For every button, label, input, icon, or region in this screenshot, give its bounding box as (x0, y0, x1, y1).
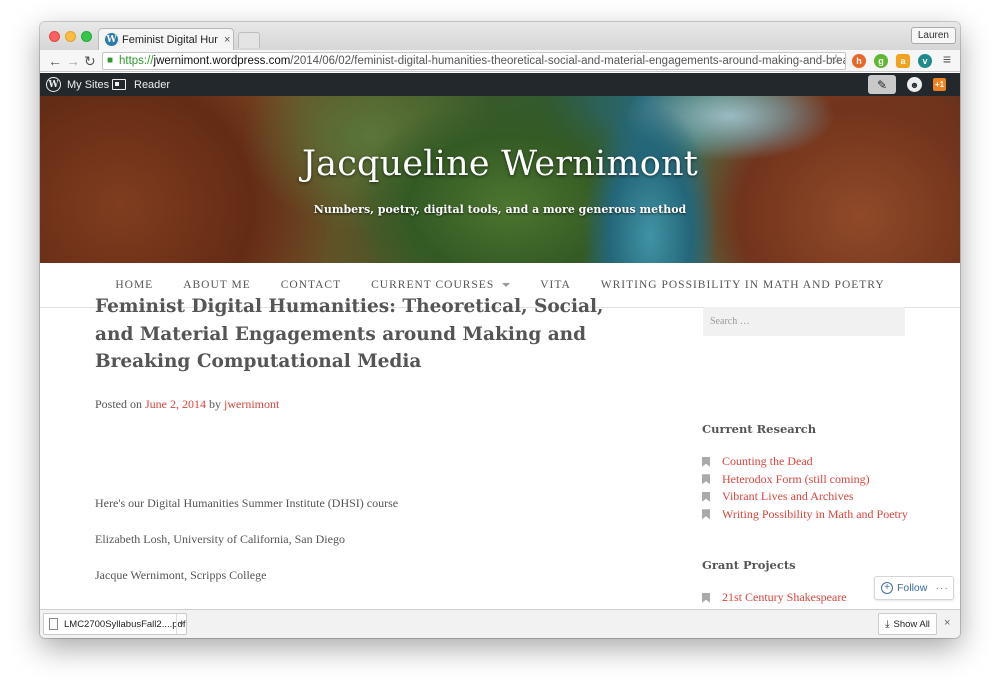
bookmark-icon (702, 474, 710, 485)
posted-on-label: Posted on (95, 397, 143, 411)
title-bar: W Feminist Digital Humanities × Lauren (40, 22, 960, 50)
download-shelf: LMC2700SyllabusFall2....pdf ▾ ⤓ Show All… (40, 609, 960, 638)
tab-title: Feminist Digital Humanities (122, 33, 218, 46)
list-item[interactable]: Vibrant Lives and Archives (702, 488, 908, 506)
url-host: jwernimont.wordpress.com (153, 55, 291, 67)
site-header-image: Jacqueline Wernimont Numbers, poetry, di… (40, 96, 960, 263)
post-paragraph: Elizabeth Losh, University of California… (95, 532, 345, 546)
post-title: Feminist Digital Humanities: Theoretical… (95, 296, 604, 372)
wordpress-admin-bar: W My Sites Reader ✎ ☻ +1 (40, 73, 960, 96)
chevron-down-icon[interactable]: ▾ (176, 614, 186, 634)
list-item[interactable]: 21st Century Shakespeare (702, 589, 847, 607)
current-research-list: Counting the Dead Heterodox Form (still … (702, 453, 908, 523)
url-path: /2014/06/02/feminist-digital-humanities-… (290, 55, 846, 67)
reload-icon[interactable]: ↻ (84, 52, 96, 70)
plus-icon: + (881, 582, 893, 594)
profile-button[interactable]: Lauren (910, 27, 956, 44)
nav-item-contact[interactable]: CONTACT (281, 279, 341, 291)
address-bar[interactable]: ■ https://jwernimont.wordpress.com/2014/… (102, 52, 846, 70)
download-icon: ⤓ (885, 618, 890, 630)
post-date-link[interactable]: June 2, 2014 (145, 397, 206, 411)
research-link[interactable]: Vibrant Lives and Archives (722, 489, 854, 504)
grant-projects-heading: Grant Projects (702, 558, 796, 572)
bookmark-icon (702, 491, 710, 502)
list-item[interactable]: Heterodox Form (still coming) (702, 471, 908, 489)
pdf-file-icon (49, 618, 58, 630)
nav-item-writing-possibility[interactable]: WRITING POSSIBILITY IN MATH AND POETRY (601, 279, 885, 291)
browser-window: W Feminist Digital Humanities × Lauren ←… (40, 22, 960, 638)
site-tagline: Numbers, poetry, digital tools, and a mo… (313, 203, 687, 216)
bookmark-icon (702, 592, 710, 603)
search-input[interactable]: Search … (703, 307, 905, 336)
wordpress-favicon-icon: W (105, 33, 118, 46)
nav-item-home[interactable]: HOME (115, 279, 153, 291)
bookmark-icon (702, 509, 710, 520)
nav-item-current-courses-label: CURRENT COURSES (371, 279, 495, 291)
minimize-window-button[interactable] (65, 31, 76, 42)
bookmark-icon (702, 456, 710, 467)
wordpress-logo-icon: W (46, 77, 61, 92)
user-account-icon[interactable]: ☻ (907, 77, 922, 92)
browser-toolbar: ← → ↻ ■ https://jwernimont.wordpress.com… (40, 50, 960, 72)
list-item[interactable]: Writing Possibility in Math and Poetry (702, 506, 908, 524)
post-paragraph: Jacque Wernimont, Scripps College (95, 568, 267, 582)
browser-menu-icon[interactable]: ≡ (940, 51, 954, 67)
lock-icon: ■ (107, 55, 114, 66)
bookmark-star-icon[interactable]: ☆ (829, 51, 843, 67)
follow-button[interactable]: + Follow ··· (874, 576, 954, 600)
site-title[interactable]: Jacqueline Wernimont (40, 144, 960, 184)
vpn-extension-icon[interactable]: v (918, 54, 932, 68)
by-label: by (209, 397, 222, 411)
download-file-name: LMC2700SyllabusFall2....pdf (64, 618, 186, 630)
forward-arrow-icon[interactable]: → (66, 52, 80, 70)
list-item[interactable]: Counting the Dead (702, 453, 908, 471)
nav-item-vita[interactable]: VITA (540, 279, 571, 291)
honey-extension-icon[interactable]: h (852, 54, 866, 68)
more-options-icon[interactable]: ··· (935, 582, 949, 594)
grammarly-extension-icon[interactable]: g (874, 54, 888, 68)
show-all-downloads-button[interactable]: ⤓ Show All (878, 613, 937, 635)
tab-close-icon[interactable]: × (224, 34, 230, 46)
show-all-label: Show All (893, 618, 930, 630)
grant-link[interactable]: 21st Century Shakespeare (722, 590, 847, 605)
close-icon[interactable]: × (944, 617, 950, 629)
notifications-icon[interactable]: +1 (933, 78, 946, 91)
current-research-heading: Current Research (702, 422, 817, 436)
write-post-button[interactable]: ✎ (868, 75, 896, 94)
reader-menu[interactable]: Reader (112, 73, 170, 96)
amazon-extension-icon[interactable]: a (896, 54, 910, 68)
zoom-window-button[interactable] (81, 31, 92, 42)
post-paragraph: Here's our Digital Humanities Summer Ins… (95, 496, 399, 510)
grant-projects-list: 21st Century Shakespeare (702, 589, 847, 607)
close-window-button[interactable] (49, 31, 60, 42)
research-link[interactable]: Counting the Dead (722, 454, 813, 469)
my-sites-menu[interactable]: W My Sites (46, 73, 109, 96)
research-link[interactable]: Writing Possibility in Math and Poetry (722, 507, 908, 522)
follow-label: Follow (897, 582, 928, 594)
reader-label: Reader (134, 78, 171, 91)
chevron-down-icon (502, 283, 511, 287)
url-scheme: https:// (119, 55, 154, 67)
back-arrow-icon[interactable]: ← (48, 52, 62, 70)
my-sites-label: My Sites (67, 78, 110, 91)
download-item[interactable]: LMC2700SyllabusFall2....pdf ▾ (43, 613, 187, 635)
nav-item-about-me[interactable]: ABOUT ME (183, 279, 251, 291)
pencil-icon: ✎ (876, 77, 888, 92)
research-link[interactable]: Heterodox Form (still coming) (722, 472, 870, 487)
post-meta: Posted on June 2, 2014 by jwernimont (95, 397, 279, 412)
post-author-link[interactable]: jwernimont (224, 397, 279, 411)
browser-tab[interactable]: W Feminist Digital Humanities × (98, 28, 234, 50)
new-tab-button[interactable] (238, 32, 260, 48)
nav-item-current-courses[interactable]: CURRENT COURSES (371, 279, 511, 291)
reader-icon (112, 79, 126, 90)
